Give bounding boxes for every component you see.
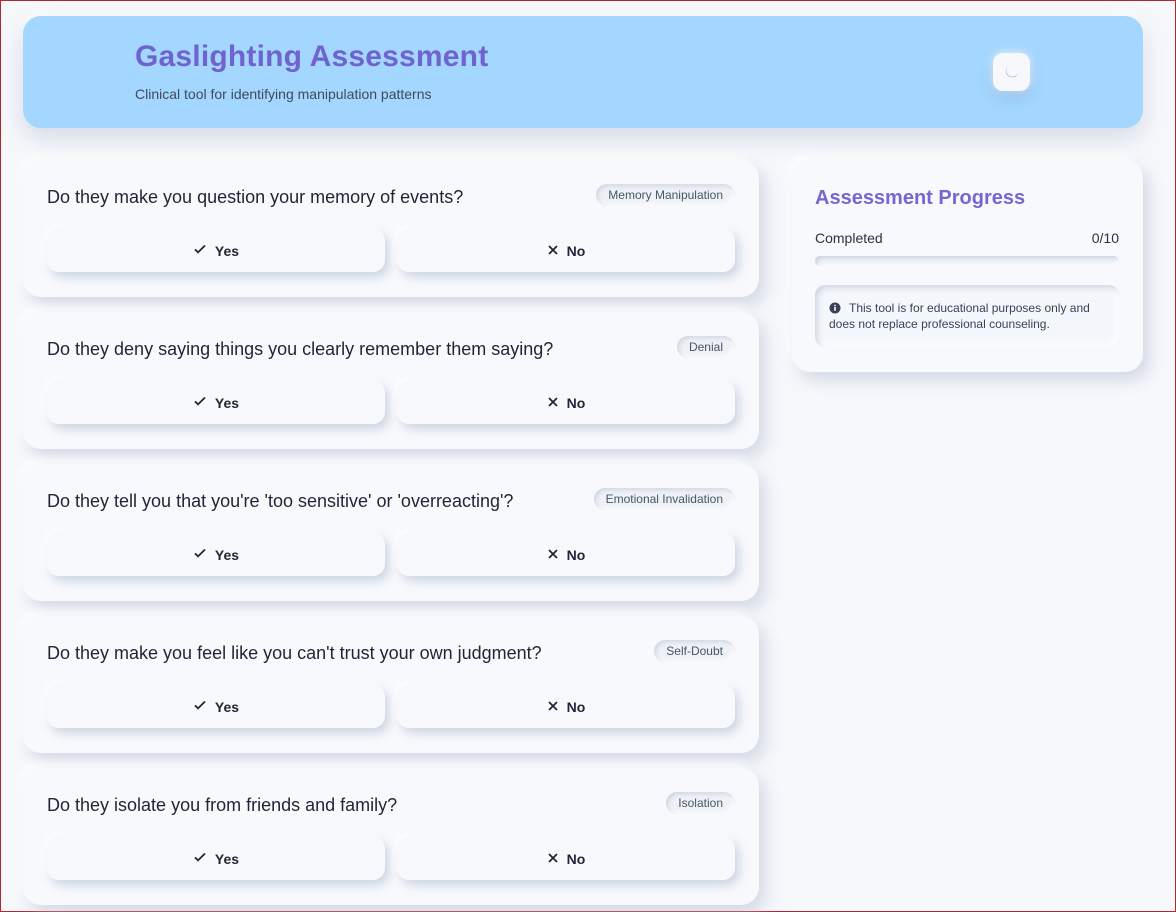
category-tag: Emotional Invalidation	[593, 488, 735, 510]
category-tag: Memory Manipulation	[596, 184, 735, 206]
no-button[interactable]: No	[397, 837, 735, 880]
yes-label: Yes	[214, 698, 240, 715]
no-label: No	[566, 698, 586, 715]
no-button[interactable]: No	[397, 381, 735, 424]
yes-label: Yes	[214, 850, 240, 867]
no-button[interactable]: No	[397, 533, 735, 576]
check-icon	[193, 850, 207, 867]
no-button[interactable]: No	[397, 685, 735, 728]
check-icon	[193, 242, 207, 259]
no-label: No	[566, 546, 586, 563]
yes-label: Yes	[214, 546, 240, 563]
close-icon	[547, 699, 559, 715]
question-card: Do they isolate you from friends and fam…	[23, 768, 759, 905]
yes-button[interactable]: Yes	[47, 533, 385, 576]
yes-button[interactable]: Yes	[47, 381, 385, 424]
question-card: Do they make you feel like you can't tru…	[23, 616, 759, 753]
no-label: No	[566, 394, 586, 411]
check-icon	[193, 394, 207, 411]
completed-count: 0/10	[1091, 230, 1119, 246]
theme-toggle-button[interactable]	[993, 53, 1030, 91]
check-icon	[193, 698, 207, 715]
category-tag: Denial	[676, 336, 735, 358]
yes-label: Yes	[214, 394, 240, 411]
progress-title: Assessment Progress	[815, 187, 1026, 209]
category-tag: Self-Doubt	[654, 640, 735, 662]
disclaimer-text: This tool is for educational purposes on…	[829, 301, 1090, 331]
close-icon	[547, 547, 559, 563]
no-label: No	[566, 850, 586, 867]
page-subtitle: Clinical tool for identifying manipulati…	[135, 86, 432, 102]
question-card: Do they make you question your memory of…	[23, 160, 759, 297]
question-text: Do they deny saying things you clearly r…	[47, 339, 554, 359]
assessment-progress-panel: Assessment Progress Completed 0/10 This …	[792, 160, 1143, 372]
question-text: Do they make you question your memory of…	[47, 187, 464, 207]
yes-label: Yes	[214, 242, 240, 259]
progress-bar	[815, 256, 1119, 266]
question-text: Do they tell you that you're 'too sensit…	[47, 491, 514, 511]
close-icon	[547, 395, 559, 411]
moon-icon	[1004, 63, 1020, 82]
completed-label: Completed	[815, 230, 883, 246]
yes-button[interactable]: Yes	[47, 837, 385, 880]
check-icon	[193, 546, 207, 563]
category-tag: Isolation	[666, 792, 735, 814]
yes-button[interactable]: Yes	[47, 229, 385, 272]
question-card: Do they deny saying things you clearly r…	[23, 312, 759, 449]
app-header: Gaslighting Assessment Clinical tool for…	[23, 16, 1143, 128]
question-text: Do they make you feel like you can't tru…	[47, 643, 542, 663]
close-icon	[547, 243, 559, 259]
no-button[interactable]: No	[397, 229, 735, 272]
no-label: No	[566, 242, 586, 259]
question-card: Do they tell you that you're 'too sensit…	[23, 464, 759, 601]
page-title: Gaslighting Assessment	[135, 40, 489, 73]
yes-button[interactable]: Yes	[47, 685, 385, 728]
disclaimer-note: This tool is for educational purposes on…	[815, 285, 1119, 347]
question-text: Do they isolate you from friends and fam…	[47, 795, 398, 815]
close-icon	[547, 851, 559, 867]
